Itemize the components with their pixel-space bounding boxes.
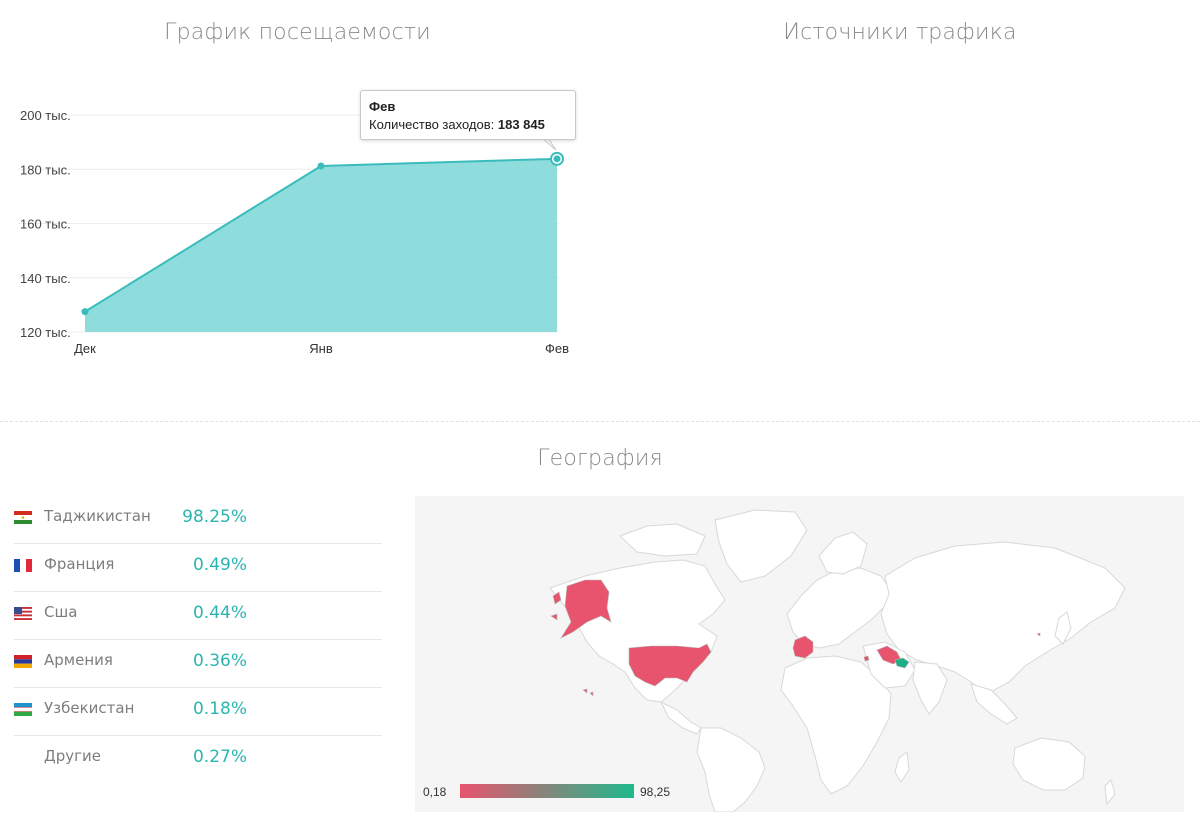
geo-country-name: Армения (44, 651, 113, 669)
flag-uzbekistan-icon (14, 703, 32, 716)
y-tick-label: 180 тыс. (20, 162, 71, 177)
data-point (317, 162, 325, 170)
tooltip-label: Количество заходов: (369, 117, 495, 132)
map-madagascar (894, 751, 910, 783)
geo-row-armenia: Армения 0.36% (14, 640, 382, 688)
geo-country-name: Сша (44, 603, 78, 621)
map-central-america (659, 700, 702, 735)
x-tick-label: Фев (545, 341, 569, 356)
tooltip-pointer (540, 136, 557, 151)
map-india (912, 661, 948, 715)
map-south-america (696, 727, 766, 812)
geo-country-percent: 0.18% (192, 699, 247, 719)
flag-armenia-icon (14, 655, 32, 668)
geo-row-france: Франция 0.49% (14, 544, 382, 592)
tooltip-value: 183 845 (497, 117, 545, 132)
map-legend-gradient (460, 784, 634, 798)
y-tick-label: 140 тыс. (20, 271, 71, 286)
map-alaska-islands (550, 591, 562, 621)
geo-country-name: Таджикистан (44, 507, 151, 525)
geo-country-percent: 98.25% (182, 507, 247, 527)
y-tick-label: 120 тыс. (20, 325, 71, 340)
geo-country-percent: 0.36% (192, 651, 247, 671)
flag-usa-icon (14, 607, 32, 620)
tooltip-body: Количество заходов: 183 845 (369, 116, 567, 134)
visits-chart-title: График посещаемости (164, 20, 431, 45)
flag-tajikistan-icon (14, 511, 32, 524)
map-legend-max: 98,25 (640, 785, 671, 799)
data-point (81, 308, 89, 316)
x-tick-label: Дек (74, 341, 96, 356)
flag-france-icon (14, 559, 32, 572)
map-hawaii (582, 688, 594, 697)
y-tick-label: 200 тыс. (20, 108, 71, 123)
y-tick-label: 160 тыс. (20, 217, 71, 232)
geo-row-usa: Сша 0.44% (14, 592, 382, 640)
world-map-svg (549, 509, 1126, 812)
map-new-zealand (1104, 779, 1116, 806)
traffic-sources-title: Источники трафика (783, 20, 1017, 45)
geo-row-others: Другие 0.27% (14, 736, 382, 783)
geo-country-name: Другие (44, 747, 101, 765)
area-fill (85, 158, 557, 332)
x-tick-label: Янв (309, 341, 333, 356)
map-australia (1012, 737, 1086, 791)
area-series (81, 151, 564, 332)
map-arctic-islands (619, 523, 706, 557)
geo-country-percent: 0.27% (192, 747, 247, 767)
visits-chart: 200 тыс. 180 тыс. 160 тыс. 140 тыс. 120 тыс.… (0, 80, 600, 380)
map-armenia (863, 655, 870, 662)
y-axis: 200 тыс. 180 тыс. 160 тыс. 140 тыс. 120 тыс. (20, 108, 71, 340)
geo-country-percent: 0.49% (192, 555, 247, 575)
geography-title: География (537, 446, 663, 471)
map-legend-min: 0,18 (423, 785, 447, 799)
world-map[interactable]: 0,18 98,25 (415, 496, 1184, 812)
section-divider (0, 421, 1200, 422)
map-europe (786, 567, 892, 649)
geo-country-percent: 0.44% (192, 603, 247, 623)
tooltip-title: Фев (369, 99, 396, 114)
geo-row-uzbekistan: Узбекистан 0.18% (14, 688, 382, 736)
geo-country-name: Франция (44, 555, 115, 573)
data-point (553, 155, 561, 163)
x-axis: Дек Янв Фев (74, 341, 569, 356)
map-north-america (549, 559, 726, 703)
geography-list: Таджикистан 98.25% Франция 0.49% Сша 0.4… (14, 496, 382, 783)
chart-tooltip: Фев Количество заходов: 183 845 (360, 90, 576, 140)
geo-country-name: Узбекистан (44, 699, 135, 717)
map-greenland (714, 509, 808, 583)
geo-row-tajikistan: Таджикистан 98.25% (14, 496, 382, 544)
